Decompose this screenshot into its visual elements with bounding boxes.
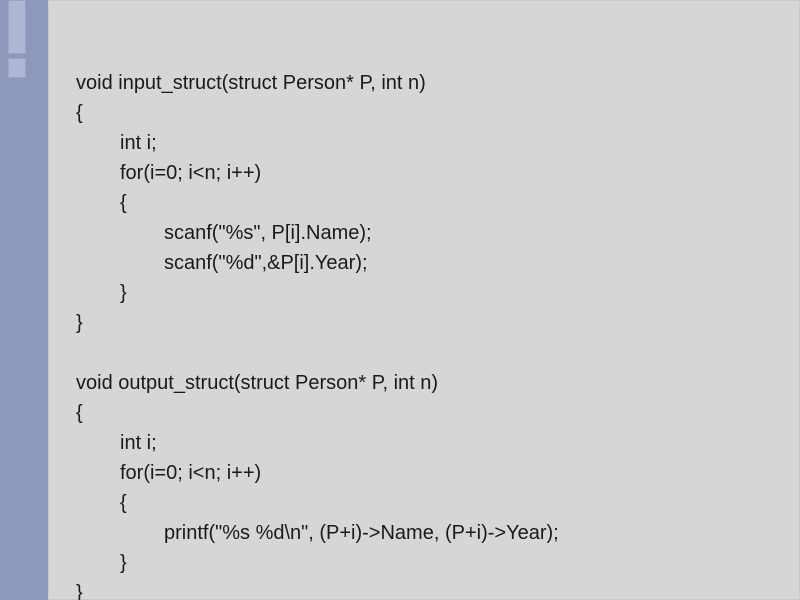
code-line: } (76, 312, 83, 334)
code-block: void input_struct(struct Person* P, int … (76, 38, 780, 600)
thumbnail-slot (8, 0, 26, 54)
slide-page: void input_struct(struct Person* P, int … (0, 0, 800, 600)
slide-canvas: void input_struct(struct Person* P, int … (48, 0, 800, 600)
code-line: scanf("%d",&P[i].Year); (76, 248, 368, 278)
code-line: int i; (76, 128, 157, 158)
thumbnail-slot (8, 58, 26, 78)
code-line: int i; (76, 428, 157, 458)
thumbnail-sidebar (0, 0, 30, 600)
code-line: scanf("%s", P[i].Name); (76, 218, 372, 248)
code-line: } (76, 548, 127, 578)
code-line: { (76, 402, 83, 424)
code-line: { (76, 188, 127, 218)
code-line: void input_struct(struct Person* P, int … (76, 72, 426, 94)
code-line: for(i=0; i<n; i++) (76, 158, 261, 188)
code-line: { (76, 488, 127, 518)
code-line: } (76, 278, 127, 308)
code-line: printf("%s %d\n", (P+i)->Name, (P+i)->Ye… (76, 518, 559, 548)
code-line: { (76, 102, 83, 124)
code-line: void output_struct(struct Person* P, int… (76, 372, 438, 394)
code-line: } (76, 582, 83, 600)
code-line: for(i=0; i<n; i++) (76, 458, 261, 488)
